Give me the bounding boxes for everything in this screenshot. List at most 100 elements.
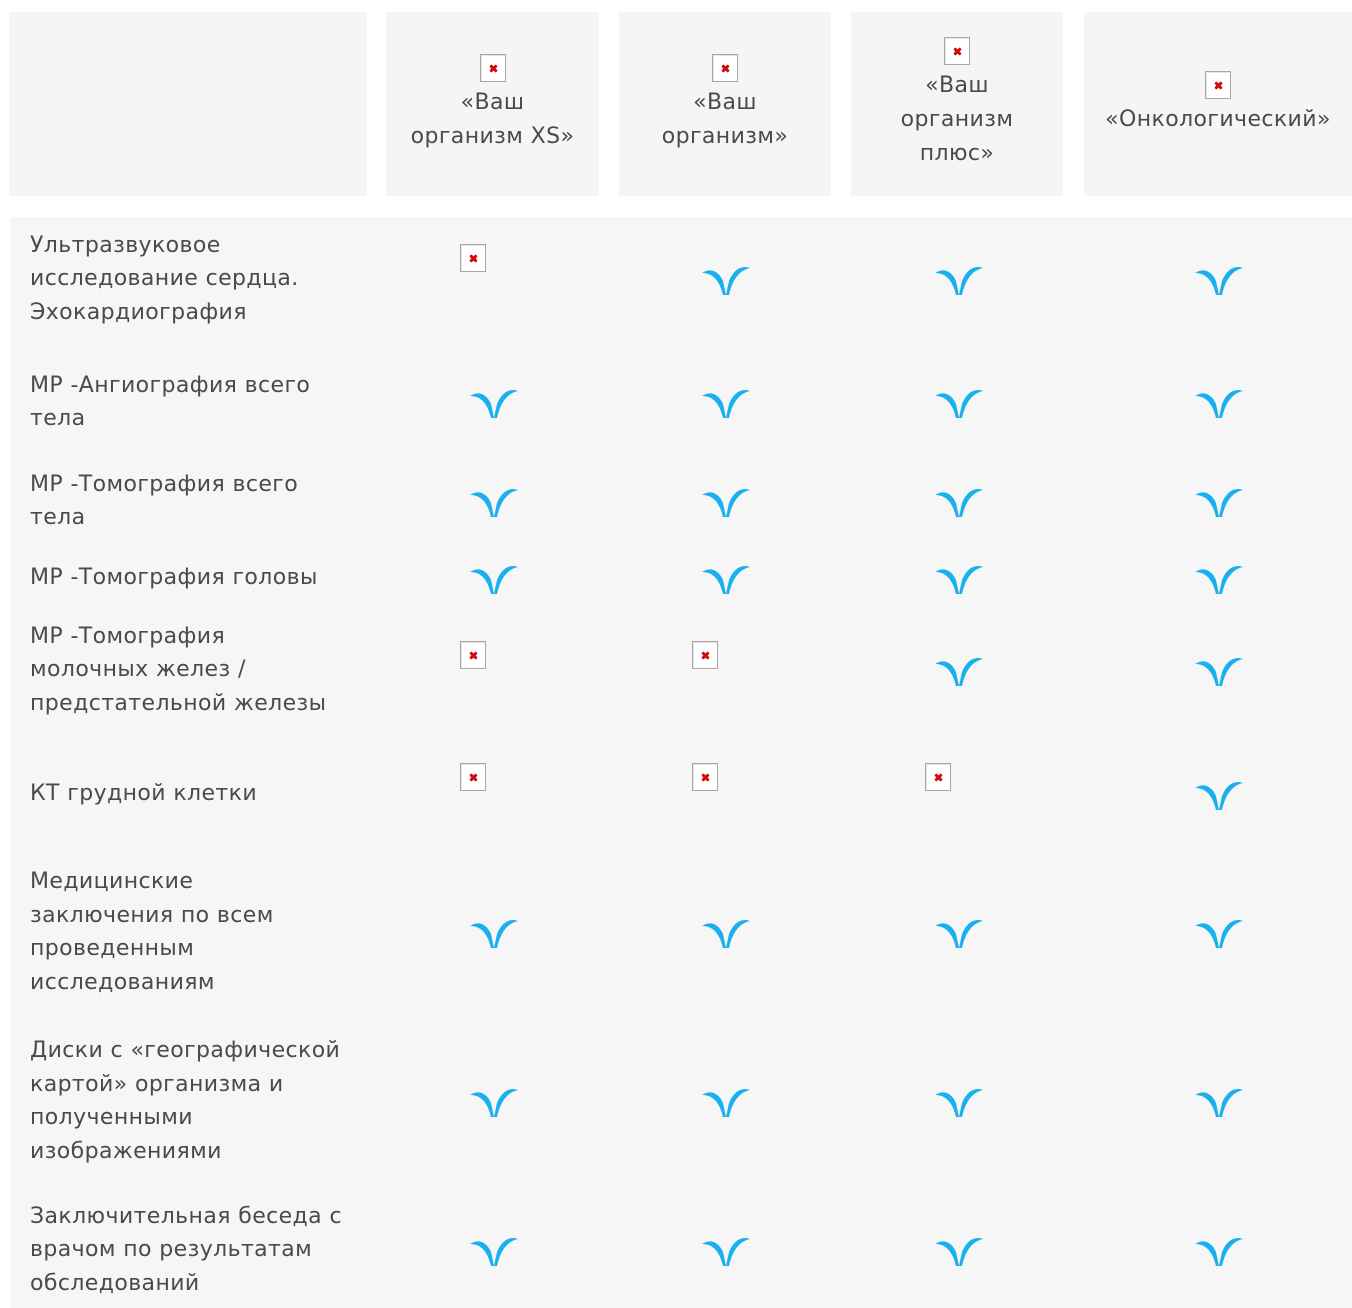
cell-included xyxy=(468,483,520,519)
cell-included xyxy=(700,261,752,297)
cell-included xyxy=(1193,384,1245,420)
cell-included xyxy=(1193,1232,1245,1268)
checkmark-icon xyxy=(1195,566,1243,594)
cell-image xyxy=(460,244,486,272)
column-header-label: «Ваш организм» xyxy=(661,90,789,149)
cell-included xyxy=(468,1232,520,1268)
checkmark-icon xyxy=(702,1089,750,1117)
cell-included xyxy=(933,1232,985,1268)
column-header: «Ваш организм плюс» xyxy=(851,12,1063,196)
checkmark-icon xyxy=(935,267,983,295)
checkmark-icon xyxy=(470,1089,518,1117)
cell-included xyxy=(933,914,985,950)
row-label: Ультразвуковое исследование сердца. Эхок… xyxy=(30,232,299,325)
row-label: МР -Томография головы xyxy=(30,565,318,591)
table-row: КТ грудной клетки xyxy=(10,744,1352,844)
row-label: Диски с «географической картой» организм… xyxy=(30,1038,341,1164)
checkmark-icon xyxy=(935,390,983,418)
row-label: МР -Ангиография всего тела xyxy=(30,372,311,432)
cell-included xyxy=(468,384,520,420)
broken-image-icon xyxy=(460,641,486,669)
checkmark-icon xyxy=(935,1238,983,1266)
cell-image xyxy=(692,641,718,669)
cell-included xyxy=(468,560,520,596)
cell-included xyxy=(933,560,985,596)
checkmark-icon xyxy=(702,920,750,948)
cell-image xyxy=(692,763,718,791)
row-label: КТ грудной клетки xyxy=(30,781,258,807)
row-label: Заключительная беседа с врачом по резуль… xyxy=(30,1203,342,1296)
checkmark-icon xyxy=(935,920,983,948)
cell-included xyxy=(1193,776,1245,812)
comparison-table: Ультразвуковое исследование сердца. Эхок… xyxy=(10,217,1352,1308)
broken-image-icon xyxy=(1205,71,1231,99)
broken-image-icon xyxy=(460,763,486,791)
row-label: Медицинские заключения по всем проведенн… xyxy=(30,869,274,995)
cell-included xyxy=(1193,1083,1245,1119)
checkmark-icon xyxy=(702,1238,750,1266)
checkmark-icon xyxy=(702,566,750,594)
checkmark-icon xyxy=(1195,920,1243,948)
cell-included xyxy=(700,560,752,596)
column-header: «Ваш организм XS» xyxy=(386,12,599,196)
cell-image xyxy=(925,763,951,791)
checkmark-icon xyxy=(1195,1238,1243,1266)
table-row: Медицинские заключения по всем проведенн… xyxy=(10,856,1352,1008)
broken-image-icon xyxy=(712,54,738,82)
cell-included xyxy=(1193,261,1245,297)
row-label: МР -Томография всего тела xyxy=(30,471,299,531)
column-header-label: «Ваш организм XS» xyxy=(410,90,575,149)
checkmark-icon xyxy=(935,658,983,686)
cell-included xyxy=(933,261,985,297)
cell-included xyxy=(1193,560,1245,596)
checkmark-icon xyxy=(470,1238,518,1266)
broken-image-icon xyxy=(692,641,718,669)
broken-image-icon xyxy=(944,37,970,65)
checkmark-icon xyxy=(470,566,518,594)
table-row: Заключительная беседа с врачом по резуль… xyxy=(10,1192,1352,1308)
cell-included xyxy=(1193,914,1245,950)
cell-included xyxy=(1193,652,1245,688)
cell-included xyxy=(468,914,520,950)
cell-image xyxy=(460,763,486,791)
cell-image xyxy=(460,641,486,669)
table-row: Диски с «географической картой» организм… xyxy=(10,1025,1352,1177)
column-header: «Онкологический» xyxy=(1084,12,1352,196)
checkmark-icon xyxy=(1195,489,1243,517)
checkmark-icon xyxy=(1195,782,1243,810)
cell-included xyxy=(468,1083,520,1119)
cell-included xyxy=(700,483,752,519)
header-empty-cell xyxy=(9,12,367,196)
cell-included xyxy=(933,483,985,519)
column-header-label: «Онкологический» xyxy=(1105,107,1331,132)
checkmark-icon xyxy=(1195,267,1243,295)
broken-image-icon xyxy=(925,763,951,791)
cell-included xyxy=(933,652,985,688)
checkmark-icon xyxy=(935,489,983,517)
checkmark-icon xyxy=(1195,390,1243,418)
broken-image-icon xyxy=(460,244,486,272)
cell-included xyxy=(1193,483,1245,519)
checkmark-icon xyxy=(470,920,518,948)
checkmark-icon xyxy=(702,390,750,418)
checkmark-icon xyxy=(935,566,983,594)
table-row: МР -Томография молочных желез / предстат… xyxy=(10,608,1352,732)
broken-image-icon xyxy=(692,763,718,791)
checkmark-icon xyxy=(470,489,518,517)
cell-included xyxy=(700,1083,752,1119)
cell-included xyxy=(933,1083,985,1119)
checkmark-icon xyxy=(702,489,750,517)
column-header: «Ваш организм» xyxy=(619,12,831,196)
checkmark-icon xyxy=(702,267,750,295)
cell-included xyxy=(933,384,985,420)
table-row: МР -Ангиография всего тела xyxy=(10,357,1352,447)
checkmark-icon xyxy=(935,1089,983,1117)
table-row: МР -Томография головы xyxy=(10,556,1352,600)
checkmark-icon xyxy=(470,390,518,418)
cell-included xyxy=(700,1232,752,1268)
cell-included xyxy=(700,384,752,420)
checkmark-icon xyxy=(1195,1089,1243,1117)
table-row: Ультразвуковое исследование сердца. Эхок… xyxy=(10,217,1352,341)
column-header-label: «Ваш организм плюс» xyxy=(900,73,1014,166)
cell-included xyxy=(700,914,752,950)
